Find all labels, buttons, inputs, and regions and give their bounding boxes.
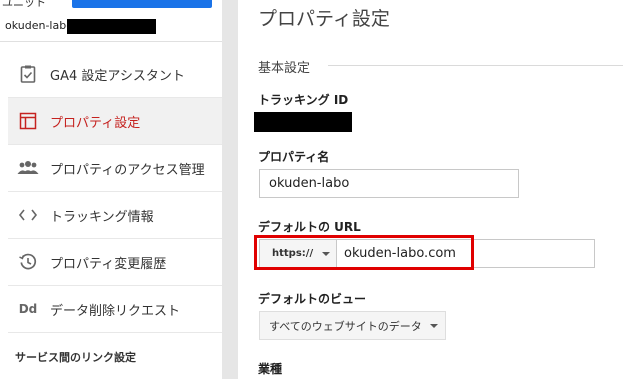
sidebar-item-access-management[interactable]: プロパティのアクセス管理: [8, 145, 222, 192]
default-url-label: デフォルトの URL: [258, 220, 361, 234]
chevron-down-icon: [322, 251, 331, 256]
sidebar-item-property-settings[interactable]: プロパティ設定: [8, 98, 222, 145]
sidebar-item-label: プロパティのアクセス管理: [50, 162, 205, 178]
tracking-id-label: トラッキング ID: [258, 93, 349, 107]
industry-category-label: 業種: [258, 362, 283, 376]
redacted-tracking-id: [254, 112, 352, 132]
layout-window-icon: [16, 109, 40, 133]
product-linking-section-label: サービス間のリンク設定: [15, 351, 136, 364]
default-url-input[interactable]: [337, 240, 594, 267]
top-cut-label: ユニット: [2, 0, 46, 9]
protocol-select[interactable]: https://: [260, 240, 337, 267]
default-view-select[interactable]: すべてのウェブサイトのデータ: [259, 311, 446, 340]
clipboard-check-icon: [16, 62, 40, 86]
protocol-value: https://: [272, 248, 314, 259]
basic-settings-heading: 基本設定: [258, 61, 311, 76]
property-name-label: プロパティ名: [258, 150, 330, 164]
sidebar-item-tracking-info[interactable]: トラッキング情報: [8, 192, 222, 239]
chevron-down-icon: [429, 323, 438, 328]
section-divider: [328, 65, 623, 66]
sidebar-item-ga4-setup[interactable]: GA4 設定アシスタント: [8, 51, 222, 98]
redacted-account-id: [67, 19, 156, 34]
property-settings-panel: プロパティ設定 基本設定 トラッキング ID プロパティ名 デフォルトの URL…: [238, 0, 623, 379]
sidebar-item-label: プロパティ設定: [50, 115, 141, 131]
code-brackets-icon: [16, 203, 40, 227]
dd-letters-icon: Dd: [18, 302, 38, 316]
page-title: プロパティ設定: [258, 8, 390, 30]
account-name: okuden-labo: [5, 19, 73, 32]
default-url-group: https://: [259, 239, 595, 268]
admin-sidebar: ユニット okuden-labo GA4 設定アシスタント プロパティ設定 プロ…: [0, 0, 222, 379]
sidebar-item-data-deletion[interactable]: Dd データ削除リクエスト: [8, 286, 222, 333]
people-group-icon: [16, 156, 40, 180]
sidebar-item-label: データ削除リクエスト: [50, 303, 181, 319]
create-property-button[interactable]: [72, 0, 212, 8]
default-view-label: デフォルトのビュー: [258, 292, 367, 306]
history-clock-icon: [16, 250, 40, 274]
sidebar-divider: [0, 41, 222, 42]
sidebar-item-label: プロパティ変更履歴: [50, 256, 167, 272]
default-view-value: すべてのウェブサイトのデータ: [269, 319, 422, 333]
sidebar-item-label: トラッキング情報: [50, 209, 154, 225]
property-name-input[interactable]: [259, 169, 519, 198]
panel-gutter: [222, 0, 238, 379]
sidebar-item-label: GA4 設定アシスタント: [50, 68, 185, 84]
sidebar-item-change-history[interactable]: プロパティ変更履歴: [8, 239, 222, 286]
